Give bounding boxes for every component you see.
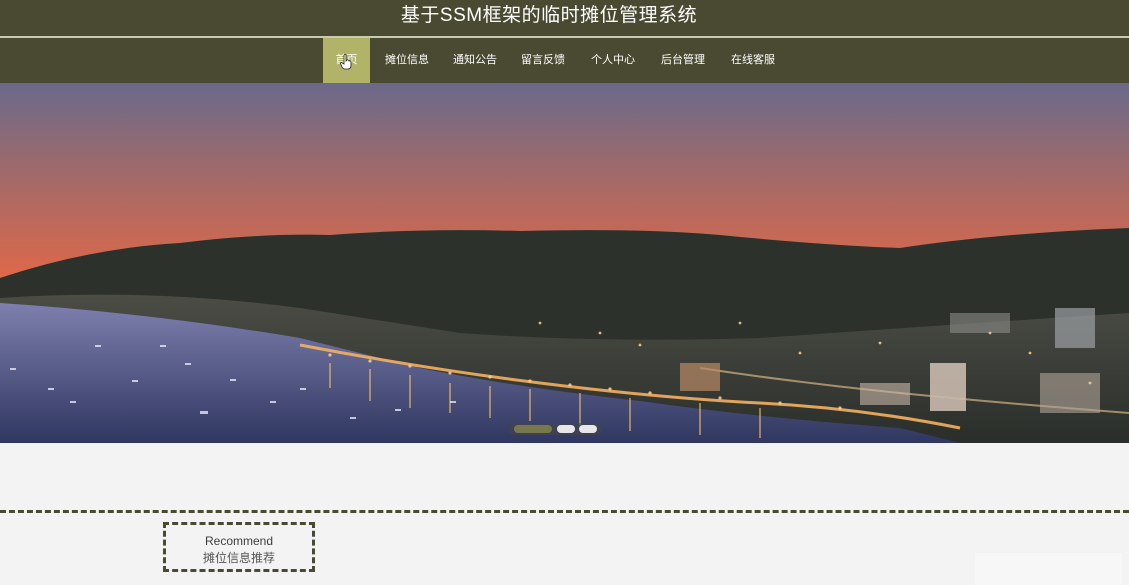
carousel-dot-3[interactable] <box>579 425 597 433</box>
recommend-title-en: Recommend <box>204 534 274 548</box>
carousel-dot-1[interactable] <box>514 425 552 433</box>
section-divider <box>0 510 1129 513</box>
hero-banner[interactable] <box>0 83 1129 443</box>
banner-image <box>0 83 1129 443</box>
hand-cursor-icon <box>340 54 352 70</box>
recommend-title-cn: 摊位信息推荐 <box>202 551 275 565</box>
nav-item-notices[interactable]: 通知公告 <box>446 38 504 83</box>
carousel-dot-2[interactable] <box>557 425 575 433</box>
nav-item-admin[interactable]: 后台管理 <box>654 38 712 83</box>
corner-overlay <box>975 553 1122 585</box>
site-header: 基于SSM框架的临时摊位管理系统 <box>0 0 1129 36</box>
site-title: 基于SSM框架的临时摊位管理系统 <box>400 5 698 26</box>
nav-item-stall-info[interactable]: 摊位信息 <box>378 38 436 83</box>
nav-item-online-service[interactable]: 在线客服 <box>724 38 782 83</box>
carousel-indicators <box>508 423 602 435</box>
nav-item-feedback[interactable]: 留言反馈 <box>514 38 572 83</box>
recommend-heading: Recommend 摊位信息推荐 <box>163 522 315 572</box>
nav-item-personal-center[interactable]: 个人中心 <box>584 38 642 83</box>
content-spacer <box>0 443 1129 509</box>
main-nav: 首页 摊位信息 通知公告 留言反馈 个人中心 后台管理 在线客服 <box>0 38 1129 83</box>
